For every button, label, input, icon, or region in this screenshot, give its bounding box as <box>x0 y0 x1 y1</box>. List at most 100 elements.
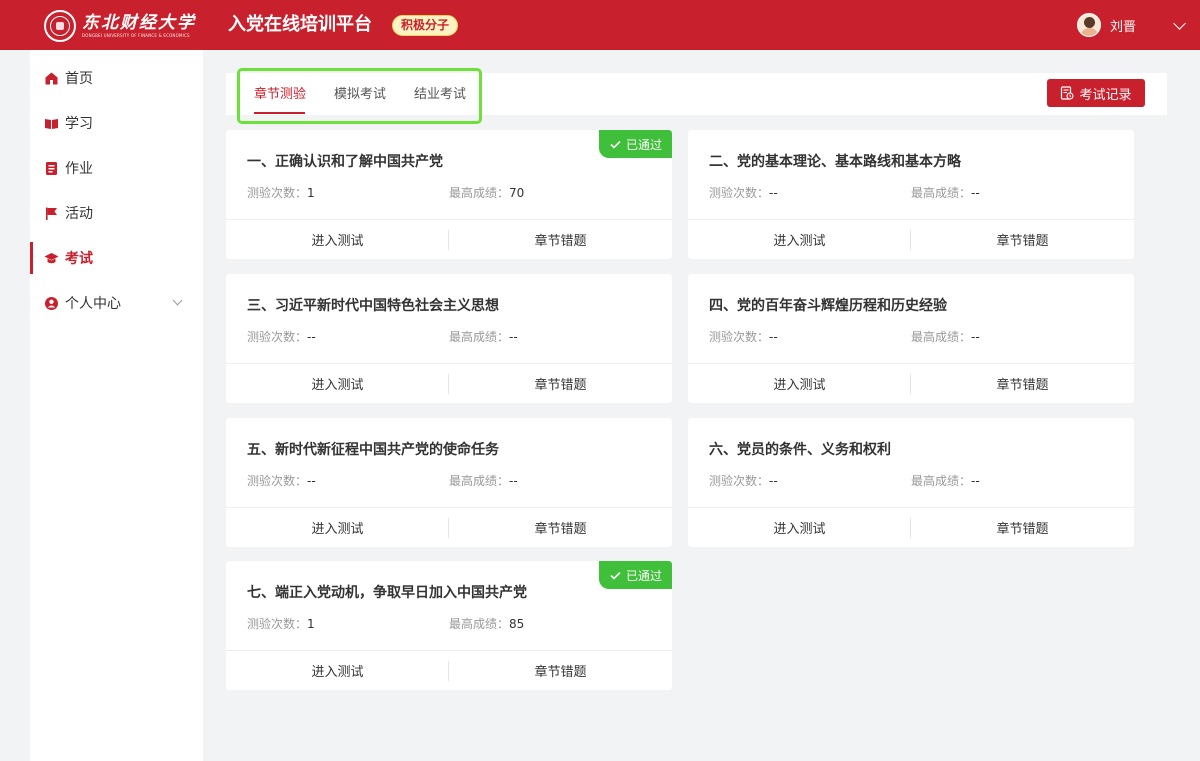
role-badge: 积极分子 <box>392 15 459 36</box>
passed-badge: 已通过 <box>599 130 672 158</box>
exam-records-label: 考试记录 <box>1079 87 1132 103</box>
tab-mock-exam[interactable]: 模拟考试 <box>334 86 386 103</box>
chapter-mistakes-button[interactable]: 章节错题 <box>449 651 672 690</box>
chapter-title: 一、正确认识和了解中国共产党 <box>247 154 443 170</box>
passed-label: 已通过 <box>625 137 662 152</box>
sidebar-item-label: 考试 <box>65 251 93 267</box>
passed-badge: 已通过 <box>599 561 672 589</box>
exam-records-button[interactable]: 考试记录 <box>1047 79 1145 107</box>
attempts-stat: 测验次数：1 <box>247 617 315 631</box>
user-name: 刘晋 <box>1109 19 1136 35</box>
attempts-value: -- <box>769 474 778 488</box>
chapter-card: 四、党的百年奋斗辉煌历程和历史经验 测验次数：-- 最高成绩：-- 进入测试 章… <box>688 274 1134 403</box>
enter-quiz-button[interactable]: 进入测试 <box>226 651 449 690</box>
best-score-value: -- <box>509 330 518 344</box>
home-icon <box>44 71 59 86</box>
best-score-stat: 最高成绩：-- <box>449 474 518 488</box>
logo-name-cn: 东北财经大学 <box>82 13 196 33</box>
attempts-value: 1 <box>307 186 315 200</box>
sidebar-item-activity[interactable]: 活动 <box>30 195 203 231</box>
chapter-mistakes-button[interactable]: 章节错题 <box>449 364 672 403</box>
logo-name-en: DONGBEI UNIVERSITY OF FINANCE & ECONOMIC… <box>82 33 190 38</box>
chapter-title: 四、党的百年奋斗辉煌历程和历史经验 <box>709 298 947 314</box>
chapter-title: 六、党员的条件、义务和权利 <box>709 442 891 458</box>
attempts-stat: 测验次数：-- <box>247 474 316 488</box>
university-logo[interactable]: 东北财经大学 DONGBEI UNIVERSITY OF FINANCE & E… <box>44 10 196 42</box>
university-seal-icon <box>44 10 76 42</box>
sidebar-item-exam[interactable]: 考试 <box>30 240 203 276</box>
enter-quiz-button[interactable]: 进入测试 <box>226 508 449 547</box>
chapter-card: 二、党的基本理论、基本路线和基本方略 测验次数：-- 最高成绩：-- 进入测试 … <box>688 130 1134 259</box>
best-score-value: -- <box>971 330 980 344</box>
sidebar-item-label: 活动 <box>65 206 93 222</box>
enter-quiz-button[interactable]: 进入测试 <box>226 364 449 403</box>
best-score-stat: 最高成绩：-- <box>911 474 980 488</box>
chapter-card: 一、正确认识和了解中国共产党 测验次数：1 最高成绩：70 进入测试 章节错题 … <box>226 130 672 259</box>
attempts-value: -- <box>769 186 778 200</box>
enter-quiz-button[interactable]: 进入测试 <box>688 220 911 259</box>
flag-icon <box>44 206 59 221</box>
best-score-value: -- <box>971 186 980 200</box>
chapter-mistakes-button[interactable]: 章节错题 <box>911 364 1134 403</box>
sidebar-item-label: 个人中心 <box>65 296 121 312</box>
attempts-value: -- <box>307 330 316 344</box>
attempts-stat: 测验次数：-- <box>709 474 778 488</box>
attempts-stat: 测验次数：-- <box>709 330 778 344</box>
user-avatar-icon <box>1076 13 1101 37</box>
enter-quiz-button[interactable]: 进入测试 <box>226 220 449 259</box>
user-circle-icon <box>44 296 59 311</box>
chapter-card: 五、新时代新征程中国共产党的使命任务 测验次数：-- 最高成绩：-- 进入测试 … <box>226 418 672 547</box>
sidebar-item-profile[interactable]: 个人中心 <box>30 285 203 321</box>
attempts-stat: 测验次数：1 <box>247 186 315 200</box>
attempts-stat: 测验次数：-- <box>247 330 316 344</box>
sidebar-item-study[interactable]: 学习 <box>30 105 203 141</box>
chapter-title: 三、习近平新时代中国特色社会主义思想 <box>247 298 499 314</box>
sidebar-item-label: 作业 <box>65 161 93 177</box>
tab-final-exam[interactable]: 结业考试 <box>414 86 466 103</box>
top-header: 东北财经大学 DONGBEI UNIVERSITY OF FINANCE & E… <box>0 0 1200 50</box>
book-icon <box>44 116 59 131</box>
check-icon <box>609 138 626 151</box>
chapter-card: 六、党员的条件、义务和权利 测验次数：-- 最高成绩：-- 进入测试 章节错题 <box>688 418 1134 547</box>
chevron-down-icon[interactable] <box>1173 17 1186 30</box>
chapter-title: 七、端正入党动机，争取早日加入中国共产党 <box>247 585 527 601</box>
graduation-cap-icon <box>44 251 59 266</box>
sidebar-item-homework[interactable]: 作业 <box>30 150 203 186</box>
best-score-value: 70 <box>509 186 525 200</box>
chapter-mistakes-button[interactable]: 章节错题 <box>449 220 672 259</box>
user-menu[interactable]: 刘晋 <box>1076 13 1136 37</box>
record-icon <box>1060 86 1079 100</box>
sidebar-nav: 首页 学习 作业 活动 考试 个人中心 <box>30 50 203 761</box>
best-score-value: -- <box>509 474 518 488</box>
chapter-card: 三、习近平新时代中国特色社会主义思想 测验次数：-- 最高成绩：-- 进入测试 … <box>226 274 672 403</box>
chapter-mistakes-button[interactable]: 章节错题 <box>911 220 1134 259</box>
app-title: 入党在线培训平台 <box>228 14 372 35</box>
chevron-down-icon[interactable] <box>172 295 183 306</box>
sidebar-item-home[interactable]: 首页 <box>30 60 203 96</box>
attempts-value: -- <box>769 330 778 344</box>
best-score-stat: 最高成绩：-- <box>911 186 980 200</box>
sidebar-item-label: 学习 <box>65 116 93 132</box>
chapter-mistakes-button[interactable]: 章节错题 <box>911 508 1134 547</box>
chapter-mistakes-button[interactable]: 章节错题 <box>449 508 672 547</box>
chapter-title: 二、党的基本理论、基本路线和基本方略 <box>709 154 961 170</box>
chapter-card: 七、端正入党动机，争取早日加入中国共产党 测验次数：1 最高成绩：85 进入测试… <box>226 561 672 690</box>
attempts-value: -- <box>307 474 316 488</box>
best-score-value: -- <box>971 474 980 488</box>
sidebar-item-label: 首页 <box>65 71 93 87</box>
active-tab-indicator <box>254 112 305 114</box>
enter-quiz-button[interactable]: 进入测试 <box>688 364 911 403</box>
enter-quiz-button[interactable]: 进入测试 <box>688 508 911 547</box>
check-icon <box>609 569 626 582</box>
passed-label: 已通过 <box>625 568 662 583</box>
chapter-title: 五、新时代新征程中国共产党的使命任务 <box>247 442 499 458</box>
best-score-stat: 最高成绩：-- <box>449 330 518 344</box>
best-score-stat: 最高成绩：85 <box>449 617 525 631</box>
best-score-stat: 最高成绩：70 <box>449 186 525 200</box>
best-score-stat: 最高成绩：-- <box>911 330 980 344</box>
homework-icon <box>44 161 59 176</box>
best-score-value: 85 <box>509 617 525 631</box>
tab-chapter-quiz[interactable]: 章节测验 <box>254 86 306 103</box>
attempts-stat: 测验次数：-- <box>709 186 778 200</box>
attempts-value: 1 <box>307 617 315 631</box>
